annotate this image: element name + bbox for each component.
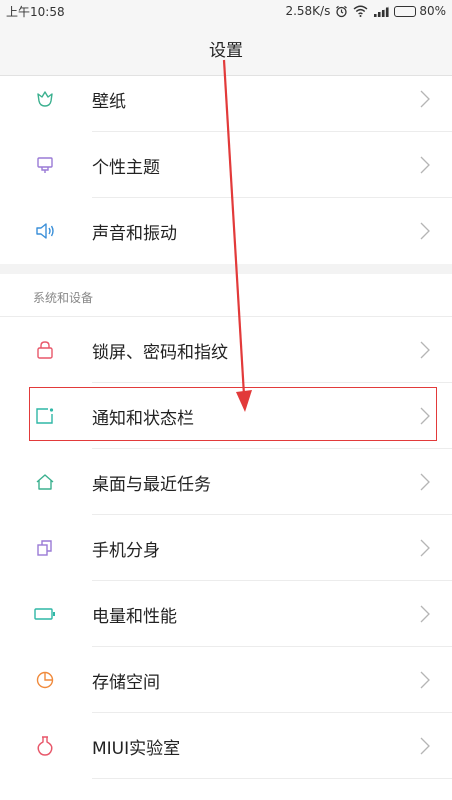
battery-percent: 80% xyxy=(419,4,446,18)
section-header: 系统和设备 xyxy=(0,274,452,317)
settings-item-notifications[interactable]: 通知和状态栏 xyxy=(0,383,452,449)
settings-item-miui-lab[interactable]: MIUI实验室 xyxy=(0,713,452,779)
settings-item-label: 桌面与最近任务 xyxy=(92,474,211,495)
page-title: 设置 xyxy=(209,41,243,61)
battery-icon: 80% xyxy=(394,4,446,18)
settings-item-label: 手机分身 xyxy=(92,540,160,561)
chevron-right-icon xyxy=(420,407,430,425)
wallpaper-icon xyxy=(33,87,57,111)
chevron-right-icon xyxy=(420,90,430,108)
settings-item-storage[interactable]: 存储空间 xyxy=(0,647,452,713)
settings-item-label: MIUI实验室 xyxy=(92,738,181,759)
status-right: 2.58K/s 80% xyxy=(285,4,446,18)
section-header-label: 系统和设备 xyxy=(33,291,94,305)
theme-icon xyxy=(33,153,57,177)
chevron-right-icon xyxy=(420,473,430,491)
chevron-right-icon xyxy=(420,222,430,240)
notification-icon xyxy=(33,404,57,428)
wifi-icon xyxy=(353,5,368,17)
chevron-right-icon xyxy=(420,156,430,174)
settings-item-theme[interactable]: 个性主题 xyxy=(0,132,452,198)
settings-item-label: 壁纸 xyxy=(92,91,126,112)
settings-item-battery[interactable]: 电量和性能 xyxy=(0,581,452,647)
settings-item-label: 通知和状态栏 xyxy=(92,408,194,429)
chevron-right-icon xyxy=(420,671,430,689)
chevron-right-icon xyxy=(420,737,430,755)
settings-item-label: 声音和振动 xyxy=(92,223,177,244)
lock-icon xyxy=(33,338,57,362)
status-time: 上午10:58 xyxy=(6,4,65,19)
settings-item-sound[interactable]: 声音和振动 xyxy=(0,198,452,264)
battery-perf-icon xyxy=(33,602,57,626)
sound-icon xyxy=(33,219,57,243)
settings-item-label: 存储空间 xyxy=(92,672,160,693)
home-icon xyxy=(33,470,57,494)
alarm-icon xyxy=(335,5,348,18)
settings-item-dual-apps[interactable]: 手机分身 xyxy=(0,515,452,581)
settings-item-desktop[interactable]: 桌面与最近任务 xyxy=(0,449,452,515)
chevron-right-icon xyxy=(420,605,430,623)
dual-icon xyxy=(33,536,57,560)
settings-item-lockscreen[interactable]: 锁屏、密码和指纹 xyxy=(0,317,452,383)
settings-item-label: 电量和性能 xyxy=(92,606,177,627)
lab-icon xyxy=(33,734,57,758)
settings-list-personalization: 壁纸 个性主题 声音和振动 xyxy=(0,66,452,264)
storage-icon xyxy=(33,668,57,692)
settings-item-wallpaper[interactable]: 壁纸 xyxy=(0,66,452,132)
settings-item-label: 个性主题 xyxy=(92,157,160,178)
status-bar: 上午10:58 2.58K/s 80% xyxy=(0,0,452,22)
divider xyxy=(92,778,452,779)
settings-item-label: 锁屏、密码和指纹 xyxy=(92,342,228,363)
settings-list-system: 锁屏、密码和指纹 通知和状态栏 桌面与最近任务 手机分身 电量和性能 存储空间 … xyxy=(0,317,452,779)
signal-icon xyxy=(373,5,390,17)
chevron-right-icon xyxy=(420,539,430,557)
network-speed: 2.58K/s xyxy=(285,4,331,18)
section-gap xyxy=(0,264,452,274)
chevron-right-icon xyxy=(420,341,430,359)
